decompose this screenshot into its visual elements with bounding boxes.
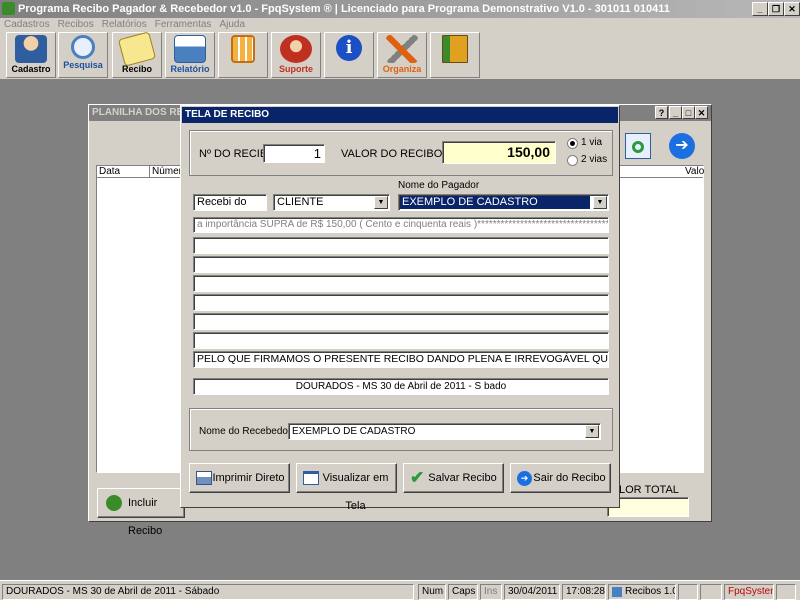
receipt-number-field[interactable]: 1 — [263, 144, 325, 163]
printer-icon — [700, 584, 722, 600]
toolbar-cadastro-button[interactable]: Cadastro — [6, 32, 56, 78]
app-title-bar: Programa Recibo Pagador & Recebedor v1.0… — [0, 0, 800, 18]
close-button[interactable]: ✕ — [784, 2, 800, 16]
text-line-6[interactable] — [193, 332, 609, 349]
exit-receipt-button[interactable]: ➔ Sair do Recibo — [510, 463, 611, 493]
text-line-5[interactable] — [193, 313, 609, 330]
person-icon — [15, 35, 47, 63]
one-copy-label: 1 via — [581, 137, 603, 148]
client-type-select[interactable]: CLIENTE ▼ — [273, 194, 390, 211]
status-insert: Ins — [480, 584, 502, 600]
text-line-1[interactable] — [193, 237, 609, 254]
text-line-2[interactable] — [193, 256, 609, 273]
minimize-button[interactable]: _ — [752, 2, 768, 16]
preview-button[interactable]: Visualizar em Tela — [296, 463, 397, 512]
place-date-field[interactable]: DOURADOS - MS 30 de Abril de 2011 - S ba… — [193, 378, 609, 395]
status-num-lock: Num — [418, 584, 446, 600]
print-direct-button[interactable]: Imprimir Direto — [189, 463, 290, 493]
add-icon — [106, 495, 122, 511]
support-icon — [280, 35, 312, 63]
closing-text-line[interactable]: PELO QUE FIRMAMOS O PRESENTE RECIBO DAND… — [193, 351, 609, 368]
calculator-icon — [231, 35, 255, 63]
column-header-valor[interactable]: Valo — [685, 166, 704, 178]
chevron-down-icon[interactable]: ▼ — [593, 196, 607, 209]
amount-field[interactable]: 150,00 — [442, 141, 556, 164]
receiver-select[interactable]: EXEMPLO DE CADASTRO ▼ — [288, 423, 601, 440]
one-copy-radio[interactable] — [567, 138, 578, 149]
arrow-right-icon: ➔ — [517, 471, 532, 486]
printer-icon — [196, 471, 212, 485]
status-time: 17:08:28 — [562, 584, 606, 600]
window-preview-icon — [303, 471, 319, 485]
two-copies-label: 2 vias — [581, 154, 608, 165]
include-receipt-button[interactable]: Incluir Recibo — [97, 488, 185, 537]
chevron-down-icon[interactable]: ▼ — [585, 425, 599, 438]
payer-select[interactable]: EXEMPLO DE CADASTRO ▼ — [398, 194, 609, 211]
text-line-3[interactable] — [193, 275, 609, 292]
amount-text-line[interactable]: a importância SUPRA de R$ 150,00 ( Cento… — [193, 217, 609, 233]
printer-icon — [174, 35, 206, 63]
total-label: LOR TOTAL — [619, 484, 679, 496]
info-icon: i — [336, 35, 362, 61]
menu-bar: Cadastros Recibos Relatórios Ferramentas Aju… — [0, 18, 800, 30]
receipt-dialog: TELA DE RECIBO Nº DO RECIBO 1 VALOR DO R… — [180, 105, 620, 512]
toolbar-pesquisa-button[interactable]: Pesquisa — [58, 32, 108, 78]
receipt-icon — [117, 31, 157, 67]
status-bar: DOURADOS - MS 30 de Abril de 2011 - Sába… — [0, 580, 800, 600]
keyboard-icon — [678, 584, 698, 600]
chevron-down-icon[interactable]: ▼ — [374, 196, 388, 209]
receiver-label: Nome do Recebedor — [199, 426, 292, 437]
receipt-dialog-title: TELA DE RECIBO — [182, 107, 618, 123]
toolbar-suporte-button[interactable]: Suporte — [271, 32, 321, 78]
status-brand: FpqSystem — [724, 584, 774, 600]
close-button[interactable]: ✕ — [695, 106, 708, 119]
received-from-field[interactable]: Recebi do — [193, 194, 267, 211]
column-header-data[interactable]: Data — [99, 166, 120, 178]
checkmark-icon: ✔ — [410, 468, 425, 487]
save-receipt-button[interactable]: ✔ Salvar Recibo — [403, 463, 504, 493]
text-line-4[interactable] — [193, 294, 609, 311]
two-copies-radio[interactable] — [567, 155, 578, 166]
status-version: Recibos 1.0 — [608, 584, 676, 600]
app-icon — [2, 2, 15, 15]
magnifier-icon — [71, 35, 95, 59]
settings-icon — [776, 584, 796, 600]
toolbar-organiza-button[interactable]: Organiza — [377, 32, 427, 78]
restore-button[interactable]: ❐ — [768, 2, 784, 16]
toolbar-recibo-button[interactable]: Recibo — [112, 31, 162, 78]
toolbar-info-button[interactable]: i — [324, 32, 374, 78]
arrow-right-icon[interactable]: ➔ — [669, 133, 695, 159]
toolbar-exit-button[interactable] — [430, 32, 480, 78]
minimize-button[interactable]: _ — [669, 106, 682, 119]
toolbar: Cadastro Pesquisa Recibo Relatório Supor… — [0, 30, 800, 80]
toolbar-relatorio-button[interactable]: Relatório — [165, 32, 215, 78]
status-date: 30/04/2011 — [504, 584, 560, 600]
app-icon — [612, 587, 622, 597]
toolbar-calculator-button[interactable] — [218, 32, 268, 78]
exit-door-icon — [442, 35, 468, 63]
help-button[interactable]: ? — [655, 106, 668, 119]
maximize-button[interactable]: □ — [682, 106, 695, 119]
payer-label: Nome do Pagador — [398, 180, 480, 191]
tools-icon — [386, 35, 418, 63]
refresh-icon[interactable] — [625, 133, 651, 159]
app-title: Programa Recibo Pagador & Recebedor v1.0… — [18, 3, 670, 15]
status-caps-lock: Caps — [448, 584, 478, 600]
status-location-date: DOURADOS - MS 30 de Abril de 2011 - Sába… — [2, 584, 414, 600]
